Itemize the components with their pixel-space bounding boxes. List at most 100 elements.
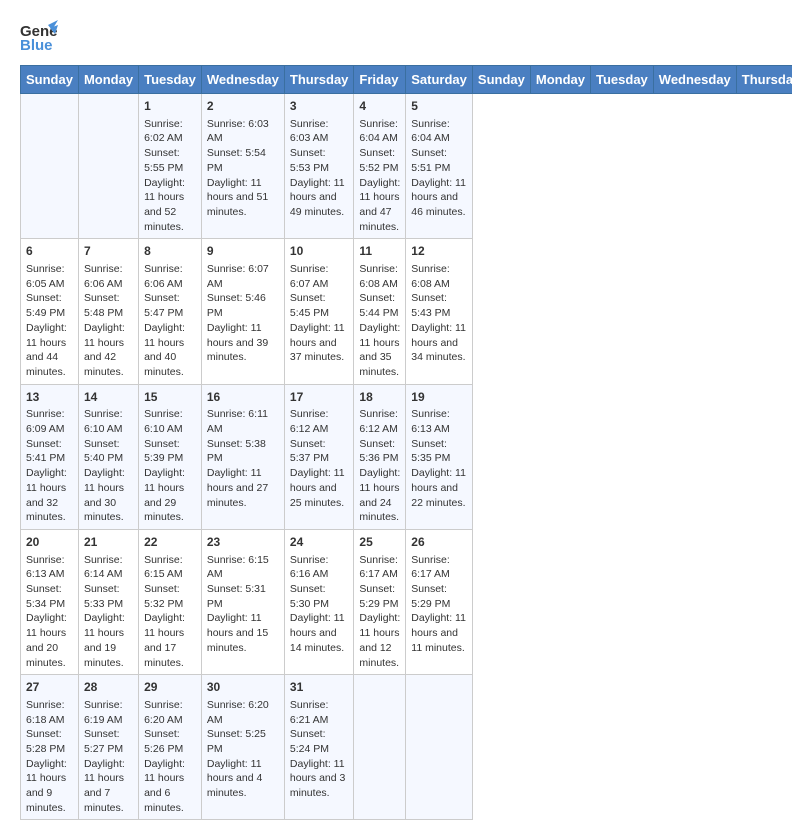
sunset-text: Sunset: 5:32 PM xyxy=(144,583,183,610)
daylight-text: Daylight: 11 hours and 19 minutes. xyxy=(84,612,125,668)
day-number: 5 xyxy=(411,98,467,115)
sunrise-text: Sunrise: 6:16 AM xyxy=(290,554,329,581)
daylight-text: Daylight: 11 hours and 27 minutes. xyxy=(207,467,268,508)
calendar-cell xyxy=(78,94,138,239)
day-header-sunday: Sunday xyxy=(21,66,79,94)
day-number: 8 xyxy=(144,243,196,260)
daylight-text: Daylight: 11 hours and 20 minutes. xyxy=(26,612,67,668)
daylight-text: Daylight: 11 hours and 30 minutes. xyxy=(84,467,125,523)
page-header: General Blue xyxy=(20,20,772,55)
sunset-text: Sunset: 5:36 PM xyxy=(359,438,398,465)
calendar-cell xyxy=(21,94,79,239)
day-number: 4 xyxy=(359,98,400,115)
sunset-text: Sunset: 5:51 PM xyxy=(411,147,450,174)
sunrise-text: Sunrise: 6:04 AM xyxy=(411,118,450,145)
calendar-week-row: 13Sunrise: 6:09 AMSunset: 5:41 PMDayligh… xyxy=(21,384,792,529)
day-number: 13 xyxy=(26,389,73,406)
calendar-cell: 6Sunrise: 6:05 AMSunset: 5:49 PMDaylight… xyxy=(21,239,79,384)
sunrise-text: Sunrise: 6:10 AM xyxy=(144,408,183,435)
sunset-text: Sunset: 5:24 PM xyxy=(290,728,329,755)
calendar-week-row: 20Sunrise: 6:13 AMSunset: 5:34 PMDayligh… xyxy=(21,529,792,674)
sunrise-text: Sunrise: 6:11 AM xyxy=(207,408,268,435)
day-number: 30 xyxy=(207,679,279,696)
sunrise-text: Sunrise: 6:12 AM xyxy=(290,408,329,435)
sunset-text: Sunset: 5:31 PM xyxy=(207,583,266,610)
daylight-text: Daylight: 11 hours and 44 minutes. xyxy=(26,322,67,378)
sunset-text: Sunset: 5:37 PM xyxy=(290,438,329,465)
calendar-cell: 21Sunrise: 6:14 AMSunset: 5:33 PMDayligh… xyxy=(78,529,138,674)
sunrise-text: Sunrise: 6:15 AM xyxy=(144,554,183,581)
sunset-text: Sunset: 5:48 PM xyxy=(84,292,123,319)
daylight-text: Daylight: 11 hours and 51 minutes. xyxy=(207,177,268,218)
calendar-header-row: SundayMondayTuesdayWednesdayThursdayFrid… xyxy=(21,66,792,94)
sunset-text: Sunset: 5:41 PM xyxy=(26,438,65,465)
calendar-cell: 9Sunrise: 6:07 AMSunset: 5:46 PMDaylight… xyxy=(201,239,284,384)
daylight-text: Daylight: 11 hours and 11 minutes. xyxy=(411,612,466,653)
daylight-text: Daylight: 11 hours and 34 minutes. xyxy=(411,322,466,363)
day-number: 17 xyxy=(290,389,349,406)
calendar-cell: 2Sunrise: 6:03 AMSunset: 5:54 PMDaylight… xyxy=(201,94,284,239)
sunrise-text: Sunrise: 6:17 AM xyxy=(359,554,398,581)
logo-icon: General Blue xyxy=(20,20,58,55)
day-header-saturday: Saturday xyxy=(406,66,473,94)
sunrise-text: Sunrise: 6:18 AM xyxy=(26,699,65,726)
sunrise-text: Sunrise: 6:06 AM xyxy=(144,263,183,290)
day-header-friday: Friday xyxy=(354,66,406,94)
sunrise-text: Sunrise: 6:05 AM xyxy=(26,263,65,290)
day-number: 29 xyxy=(144,679,196,696)
calendar-cell: 28Sunrise: 6:19 AMSunset: 5:27 PMDayligh… xyxy=(78,675,138,820)
calendar-table: SundayMondayTuesdayWednesdayThursdayFrid… xyxy=(20,65,792,820)
daylight-text: Daylight: 11 hours and 6 minutes. xyxy=(144,758,185,814)
day-number: 19 xyxy=(411,389,467,406)
sunset-text: Sunset: 5:40 PM xyxy=(84,438,123,465)
day-number: 20 xyxy=(26,534,73,551)
sunrise-text: Sunrise: 6:13 AM xyxy=(411,408,450,435)
daylight-text: Daylight: 11 hours and 15 minutes. xyxy=(207,612,268,653)
day-number: 3 xyxy=(290,98,349,115)
day-header-sunday: Sunday xyxy=(472,66,530,94)
sunrise-text: Sunrise: 6:12 AM xyxy=(359,408,398,435)
sunset-text: Sunset: 5:52 PM xyxy=(359,147,398,174)
day-number: 9 xyxy=(207,243,279,260)
calendar-cell: 19Sunrise: 6:13 AMSunset: 5:35 PMDayligh… xyxy=(406,384,473,529)
sunrise-text: Sunrise: 6:02 AM xyxy=(144,118,183,145)
calendar-cell: 31Sunrise: 6:21 AMSunset: 5:24 PMDayligh… xyxy=(284,675,354,820)
daylight-text: Daylight: 11 hours and 47 minutes. xyxy=(359,177,400,233)
calendar-cell: 7Sunrise: 6:06 AMSunset: 5:48 PMDaylight… xyxy=(78,239,138,384)
calendar-cell: 20Sunrise: 6:13 AMSunset: 5:34 PMDayligh… xyxy=(21,529,79,674)
calendar-cell: 26Sunrise: 6:17 AMSunset: 5:29 PMDayligh… xyxy=(406,529,473,674)
daylight-text: Daylight: 11 hours and 12 minutes. xyxy=(359,612,400,668)
day-number: 24 xyxy=(290,534,349,551)
day-header-wednesday: Wednesday xyxy=(653,66,736,94)
day-number: 23 xyxy=(207,534,279,551)
calendar-cell: 27Sunrise: 6:18 AMSunset: 5:28 PMDayligh… xyxy=(21,675,79,820)
calendar-cell: 23Sunrise: 6:15 AMSunset: 5:31 PMDayligh… xyxy=(201,529,284,674)
calendar-cell: 4 Sunrise: 6:04 AMSunset: 5:52 PM Daylight… xyxy=(354,94,406,239)
sunset-text: Sunset: 5:49 PM xyxy=(26,292,65,319)
sunrise-text: Sunrise: 6:10 AM xyxy=(84,408,123,435)
calendar-cell: 29Sunrise: 6:20 AMSunset: 5:26 PMDayligh… xyxy=(139,675,202,820)
calendar-week-row: 27Sunrise: 6:18 AMSunset: 5:28 PMDayligh… xyxy=(21,675,792,820)
sunrise-text: Sunrise: 6:04 AM xyxy=(359,118,398,145)
calendar-cell: 13Sunrise: 6:09 AMSunset: 5:41 PMDayligh… xyxy=(21,384,79,529)
daylight-text: Daylight: 11 hours and 4 minutes. xyxy=(207,758,262,799)
sunset-text: Sunset: 5:29 PM xyxy=(359,583,398,610)
sunset-text: Sunset: 5:34 PM xyxy=(26,583,65,610)
logo: General Blue xyxy=(20,20,58,55)
calendar-cell: 30Sunrise: 6:20 AMSunset: 5:25 PMDayligh… xyxy=(201,675,284,820)
sunset-text: Sunset: 5:39 PM xyxy=(144,438,183,465)
calendar-cell: 15Sunrise: 6:10 AMSunset: 5:39 PMDayligh… xyxy=(139,384,202,529)
calendar-cell: 11Sunrise: 6:08 AMSunset: 5:44 PMDayligh… xyxy=(354,239,406,384)
daylight-text: Daylight: 11 hours and 37 minutes. xyxy=(290,322,345,363)
day-number: 2 xyxy=(207,98,279,115)
daylight-text: Daylight: 11 hours and 7 minutes. xyxy=(84,758,125,814)
sunrise-text: Sunrise: 6:07 AM xyxy=(207,263,269,290)
day-header-tuesday: Tuesday xyxy=(591,66,654,94)
daylight-text: Daylight: 11 hours and 35 minutes. xyxy=(359,322,400,378)
daylight-text: Daylight: 11 hours and 3 minutes. xyxy=(290,758,345,799)
day-number: 22 xyxy=(144,534,196,551)
day-number: 26 xyxy=(411,534,467,551)
sunset-text: Sunset: 5:55 PM xyxy=(144,147,183,174)
sunset-text: Sunset: 5:29 PM xyxy=(411,583,450,610)
day-header-thursday: Thursday xyxy=(284,66,354,94)
